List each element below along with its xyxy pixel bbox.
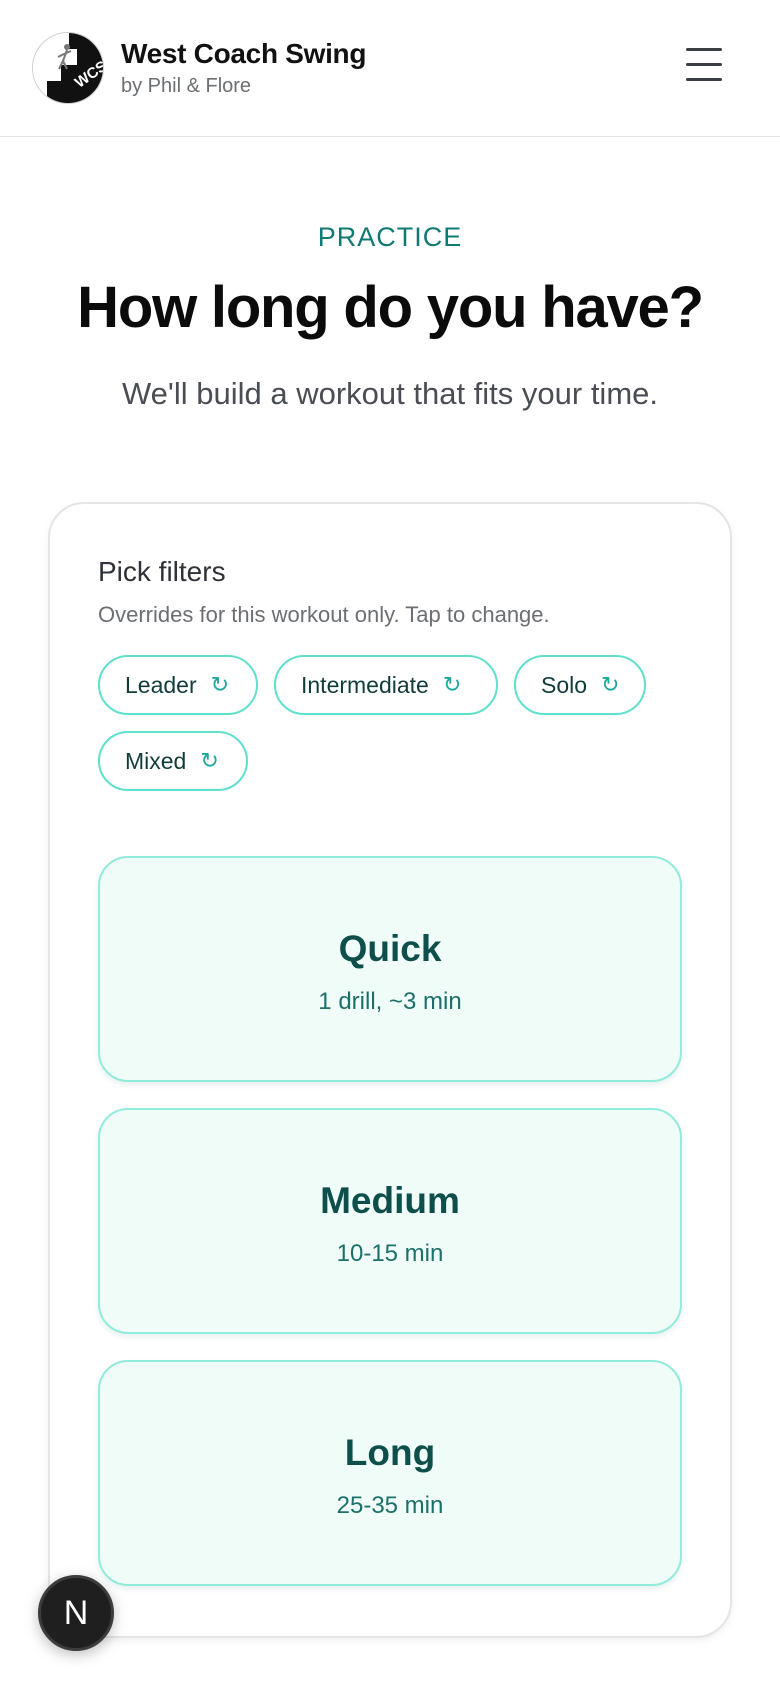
chip-label: Mixed — [125, 747, 187, 774]
brand-subtitle: by Phil & Flore — [121, 75, 252, 97]
duration-detail: 10-15 min — [336, 1240, 444, 1267]
duration-option-quick[interactable]: Quick 1 drill, ~3 min — [98, 856, 682, 1082]
chip-label: Intermediate — [301, 671, 429, 698]
page-title: How long do you have? — [77, 275, 704, 340]
chip-label: Solo — [541, 671, 588, 698]
site-header: WCS West Coach Swing by Phil & Flore — [0, 0, 780, 137]
hamburger-line — [686, 63, 722, 66]
brand-title[interactable]: West Coach Swing — [121, 38, 366, 70]
chip-label: Leader — [125, 671, 197, 698]
hamburger-menu-icon — [686, 48, 722, 51]
filter-chip-level[interactable]: Intermediate ↻ — [274, 655, 498, 715]
filter-chip-role[interactable]: Leader ↻ — [98, 655, 258, 715]
duration-detail: 25-35 min — [336, 1492, 444, 1519]
filters-description: Overrides for this workout only. Tap to … — [98, 602, 550, 627]
filter-chip-mode[interactable]: Solo ↻ — [514, 655, 646, 715]
filters-title: Pick filters — [98, 556, 226, 587]
n-logo-icon: N — [63, 1593, 89, 1632]
cycle-icon: ↻ — [210, 672, 230, 697]
filter-chip-style[interactable]: Mixed ↻ — [98, 731, 248, 791]
wcs-logo[interactable]: WCS — [32, 32, 104, 104]
duration-option-medium[interactable]: Medium 10-15 min — [98, 1108, 682, 1334]
cycle-icon: ↻ — [601, 672, 620, 697]
duration-detail: 1 drill, ~3 min — [318, 988, 462, 1015]
duration-title: Medium — [320, 1180, 460, 1221]
cycle-icon: ↻ — [442, 672, 462, 697]
duration-option-long[interactable]: Long 25-35 min — [98, 1360, 682, 1586]
duration-title: Long — [344, 1432, 436, 1473]
dev-tools-button[interactable]: N — [38, 1575, 114, 1651]
wcs-logo-icon: WCS — [33, 33, 103, 103]
cycle-icon: ↻ — [200, 748, 219, 773]
menu-button[interactable] — [680, 44, 728, 86]
section-eyebrow: PRACTICE — [317, 222, 463, 252]
duration-title: Quick — [338, 928, 442, 969]
page-subtitle: We'll build a workout that fits your tim… — [121, 376, 658, 411]
hamburger-line — [686, 78, 722, 81]
